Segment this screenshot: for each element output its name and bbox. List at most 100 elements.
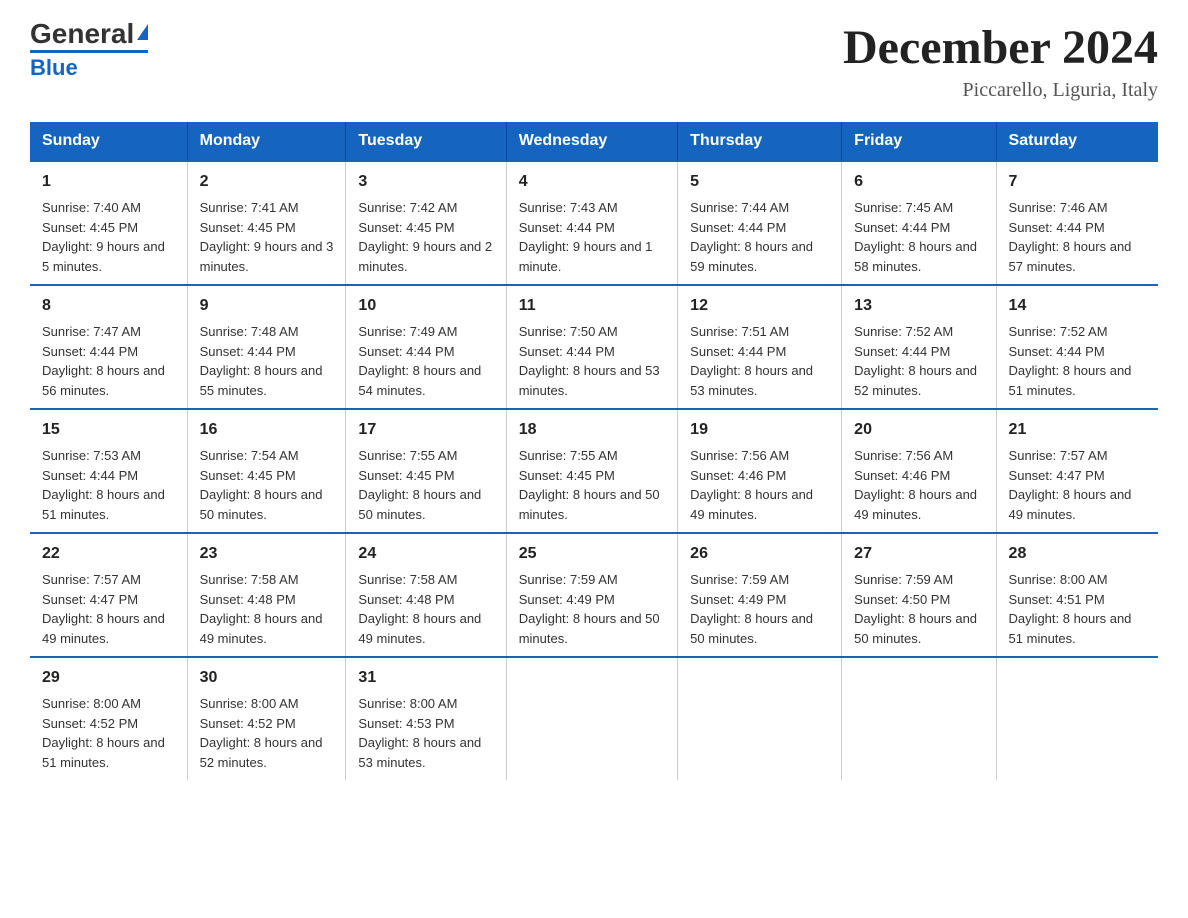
calendar-cell: 3Sunrise: 7:42 AMSunset: 4:45 PMDaylight… [346,161,506,285]
day-info: Sunrise: 7:58 AMSunset: 4:48 PMDaylight:… [358,570,493,648]
day-info: Sunrise: 7:59 AMSunset: 4:49 PMDaylight:… [690,570,829,648]
day-number: 1 [42,170,175,194]
calendar-cell [996,657,1158,780]
calendar-body: 1 Sunrise: 7:40 AMSunset: 4:45 PMDaylight… [30,161,1158,780]
calendar-cell: 6 Sunrise: 7:45 AMSunset: 4:44 PMDaylight… [842,161,996,285]
col-friday: Friday [842,122,996,161]
day-info: Sunrise: 7:56 AMSunset: 4:46 PMDaylight:… [854,446,983,524]
day-info: Sunrise: 7:49 AMSunset: 4:44 PMDaylight:… [358,322,493,400]
week-row: 8 Sunrise: 7:47 AMSunset: 4:44 PMDaylight… [30,285,1158,409]
calendar-cell: 21Sunrise: 7:57 AMSunset: 4:47 PMDayligh… [996,409,1158,533]
day-number: 31 [358,666,493,690]
calendar-header: Sunday Monday Tuesday Wednesday Thursday… [30,122,1158,161]
calendar-cell [678,657,842,780]
day-number: 2 [200,170,334,194]
day-info: Sunrise: 7:52 AMSunset: 4:44 PMDaylight:… [854,322,983,400]
calendar-cell: 16Sunrise: 7:54 AMSunset: 4:45 PMDayligh… [187,409,346,533]
day-info: Sunrise: 8:00 AMSunset: 4:52 PMDaylight:… [200,694,334,772]
day-info: Sunrise: 7:59 AMSunset: 4:50 PMDaylight:… [854,570,983,648]
calendar-cell: 25 Sunrise: 7:59 AMSunset: 4:49 PMDayligh… [506,533,677,657]
day-number: 20 [854,418,983,442]
calendar-cell: 13 Sunrise: 7:52 AMSunset: 4:44 PMDayligh… [842,285,996,409]
day-info: Sunrise: 7:40 AMSunset: 4:45 PMDaylight:… [42,198,175,276]
day-number: 22 [42,542,175,566]
calendar-cell: 12 Sunrise: 7:51 AMSunset: 4:44 PMDayligh… [678,285,842,409]
logo-divider [30,50,148,53]
day-info: Sunrise: 7:47 AMSunset: 4:44 PMDaylight:… [42,322,175,400]
day-info: Sunrise: 7:46 AMSunset: 4:44 PMDaylight:… [1009,198,1146,276]
title-area: December 2024 Piccarello, Liguria, Italy [843,20,1158,102]
day-number: 21 [1009,418,1146,442]
calendar-cell: 22Sunrise: 7:57 AMSunset: 4:47 PMDayligh… [30,533,187,657]
day-info: Sunrise: 7:45 AMSunset: 4:44 PMDaylight:… [854,198,983,276]
calendar-cell: 4 Sunrise: 7:43 AMSunset: 4:44 PMDaylight… [506,161,677,285]
day-number: 19 [690,418,829,442]
logo-triangle-icon [137,24,148,40]
page-header: General Blue December 2024 Piccarello, L… [30,20,1158,102]
col-wednesday: Wednesday [506,122,677,161]
col-tuesday: Tuesday [346,122,506,161]
calendar-cell: 1 Sunrise: 7:40 AMSunset: 4:45 PMDaylight… [30,161,187,285]
calendar-cell: 2 Sunrise: 7:41 AMSunset: 4:45 PMDaylight… [187,161,346,285]
day-info: Sunrise: 7:56 AMSunset: 4:46 PMDaylight:… [690,446,829,524]
day-info: Sunrise: 7:55 AMSunset: 4:45 PMDaylight:… [519,446,665,524]
day-number: 6 [854,170,983,194]
logo-text-blue: Blue [30,55,78,81]
header-row: Sunday Monday Tuesday Wednesday Thursday… [30,122,1158,161]
day-number: 5 [690,170,829,194]
calendar-table: Sunday Monday Tuesday Wednesday Thursday… [30,122,1158,780]
week-row: 15 Sunrise: 7:53 AMSunset: 4:44 PMDayligh… [30,409,1158,533]
day-info: Sunrise: 7:58 AMSunset: 4:48 PMDaylight:… [200,570,334,648]
calendar-cell: 7 Sunrise: 7:46 AMSunset: 4:44 PMDaylight… [996,161,1158,285]
calendar-cell [506,657,677,780]
col-monday: Monday [187,122,346,161]
day-info: Sunrise: 7:48 AMSunset: 4:44 PMDaylight:… [200,322,334,400]
calendar-cell: 10Sunrise: 7:49 AMSunset: 4:44 PMDayligh… [346,285,506,409]
day-number: 13 [854,294,983,318]
week-row: 22Sunrise: 7:57 AMSunset: 4:47 PMDayligh… [30,533,1158,657]
day-info: Sunrise: 7:43 AMSunset: 4:44 PMDaylight:… [519,198,665,276]
day-number: 12 [690,294,829,318]
calendar-cell: 20 Sunrise: 7:56 AMSunset: 4:46 PMDayligh… [842,409,996,533]
calendar-cell: 31 Sunrise: 8:00 AMSunset: 4:53 PMDayligh… [346,657,506,780]
month-title: December 2024 [843,20,1158,75]
day-number: 11 [519,294,665,318]
day-number: 3 [358,170,493,194]
day-info: Sunrise: 8:00 AMSunset: 4:53 PMDaylight:… [358,694,493,772]
day-number: 17 [358,418,493,442]
day-number: 28 [1009,542,1146,566]
day-info: Sunrise: 7:51 AMSunset: 4:44 PMDaylight:… [690,322,829,400]
calendar-cell: 15 Sunrise: 7:53 AMSunset: 4:44 PMDayligh… [30,409,187,533]
week-row: 1 Sunrise: 7:40 AMSunset: 4:45 PMDaylight… [30,161,1158,285]
calendar-cell: 26 Sunrise: 7:59 AMSunset: 4:49 PMDayligh… [678,533,842,657]
day-number: 4 [519,170,665,194]
calendar-cell: 29Sunrise: 8:00 AMSunset: 4:52 PMDayligh… [30,657,187,780]
calendar-cell: 30Sunrise: 8:00 AMSunset: 4:52 PMDayligh… [187,657,346,780]
calendar-cell: 18Sunrise: 7:55 AMSunset: 4:45 PMDayligh… [506,409,677,533]
calendar-cell: 27Sunrise: 7:59 AMSunset: 4:50 PMDayligh… [842,533,996,657]
day-info: Sunrise: 7:41 AMSunset: 4:45 PMDaylight:… [200,198,334,276]
day-number: 16 [200,418,334,442]
calendar-cell: 5 Sunrise: 7:44 AMSunset: 4:44 PMDaylight… [678,161,842,285]
day-info: Sunrise: 7:52 AMSunset: 4:44 PMDaylight:… [1009,322,1146,400]
calendar-cell: 23Sunrise: 7:58 AMSunset: 4:48 PMDayligh… [187,533,346,657]
col-saturday: Saturday [996,122,1158,161]
logo: General Blue [30,20,148,81]
day-number: 15 [42,418,175,442]
day-number: 8 [42,294,175,318]
day-info: Sunrise: 7:44 AMSunset: 4:44 PMDaylight:… [690,198,829,276]
day-info: Sunrise: 7:59 AMSunset: 4:49 PMDaylight:… [519,570,665,648]
calendar-cell: 17Sunrise: 7:55 AMSunset: 4:45 PMDayligh… [346,409,506,533]
day-number: 9 [200,294,334,318]
day-number: 26 [690,542,829,566]
day-info: Sunrise: 8:00 AMSunset: 4:51 PMDaylight:… [1009,570,1146,648]
calendar-cell [842,657,996,780]
day-info: Sunrise: 8:00 AMSunset: 4:52 PMDaylight:… [42,694,175,772]
week-row: 29Sunrise: 8:00 AMSunset: 4:52 PMDayligh… [30,657,1158,780]
col-thursday: Thursday [678,122,842,161]
day-info: Sunrise: 7:53 AMSunset: 4:44 PMDaylight:… [42,446,175,524]
calendar-cell: 11Sunrise: 7:50 AMSunset: 4:44 PMDayligh… [506,285,677,409]
day-number: 25 [519,542,665,566]
day-number: 7 [1009,170,1146,194]
calendar-cell: 28 Sunrise: 8:00 AMSunset: 4:51 PMDayligh… [996,533,1158,657]
